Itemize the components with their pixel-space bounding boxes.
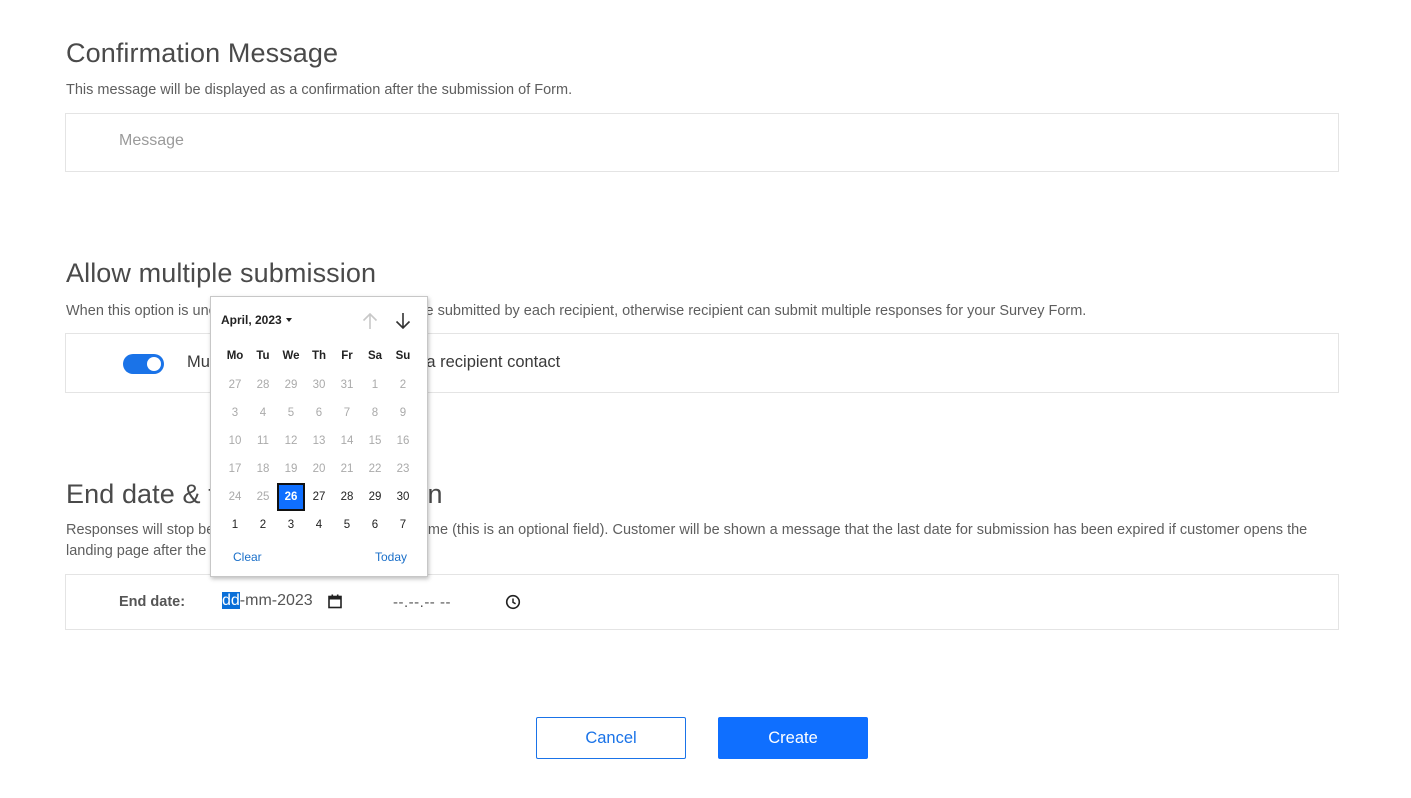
date-day-segment[interactable]: dd — [222, 592, 240, 609]
message-input[interactable] — [119, 132, 1299, 150]
day-cell[interactable]: 31 — [333, 371, 361, 399]
arrow-down-icon[interactable] — [394, 311, 412, 331]
day-cell[interactable]: 28 — [249, 371, 277, 399]
day-cell[interactable]: 23 — [389, 455, 417, 483]
day-cell[interactable]: 7 — [389, 511, 417, 539]
end-date-box: End date: dd-mm-2023 --.--.-- -- — [65, 574, 1339, 630]
confirmation-message-box — [65, 113, 1339, 172]
day-cell[interactable]: 14 — [333, 427, 361, 455]
day-cell[interactable]: 30 — [305, 371, 333, 399]
weekday-header: Mo Tu We Th Fr Sa Su — [221, 350, 417, 362]
calendar-icon[interactable] — [328, 594, 342, 609]
day-cell[interactable]: 5 — [277, 399, 305, 427]
weekday-label: We — [282, 350, 300, 362]
date-rest-segment[interactable]: -mm-2023 — [240, 592, 313, 609]
toggle-knob — [147, 357, 161, 371]
day-cell[interactable]: 9 — [389, 399, 417, 427]
day-cell[interactable]: 15 — [361, 427, 389, 455]
clock-icon[interactable] — [505, 594, 521, 610]
month-year-selector[interactable]: April, 2023 — [221, 313, 292, 327]
confirmation-description: This message will be displayed as a conf… — [66, 82, 573, 98]
weekday-label: Sa — [367, 350, 383, 362]
date-picker-popup: April, 2023 Mo Tu We Th Fr Sa Su 27 28 29 30 31 1 2 3… — [210, 296, 428, 577]
day-cell[interactable]: 2 — [249, 511, 277, 539]
day-cell[interactable]: 19 — [277, 455, 305, 483]
weekday-label: Fr — [341, 350, 353, 362]
month-year-label: April, 2023 — [221, 313, 282, 327]
day-cell[interactable]: 6 — [361, 511, 389, 539]
day-cell[interactable]: 3 — [221, 399, 249, 427]
day-cell[interactable]: 22 — [361, 455, 389, 483]
day-cell[interactable]: 8 — [361, 399, 389, 427]
weekday-label: Mo — [226, 350, 244, 362]
weekday-label: Th — [311, 350, 327, 362]
day-cell[interactable]: 12 — [277, 427, 305, 455]
today-button[interactable]: Today — [375, 550, 407, 564]
day-cell[interactable]: 6 — [305, 399, 333, 427]
confirmation-title: Confirmation Message — [66, 38, 339, 68]
day-cell[interactable]: 24 — [221, 483, 249, 511]
multiple-submission-toggle[interactable] — [123, 354, 164, 374]
day-cell[interactable]: 4 — [249, 399, 277, 427]
end-time-input[interactable]: --.--.-- -- — [393, 594, 451, 611]
day-cell[interactable]: 1 — [221, 511, 249, 539]
day-cell[interactable]: 20 — [305, 455, 333, 483]
selected-day-cell[interactable]: 26 — [277, 483, 305, 511]
day-cell[interactable]: 13 — [305, 427, 333, 455]
multiple-submission-title: Allow multiple submission — [66, 258, 377, 288]
day-cell[interactable]: 18 — [249, 455, 277, 483]
day-cell[interactable]: 2 — [389, 371, 417, 399]
end-date-input[interactable]: dd-mm-2023 — [222, 592, 313, 610]
day-cell[interactable]: 17 — [221, 455, 249, 483]
create-button[interactable]: Create — [718, 717, 868, 759]
weekday-label: Tu — [256, 350, 270, 362]
cancel-button[interactable]: Cancel — [536, 717, 686, 759]
day-cell[interactable]: 28 — [333, 483, 361, 511]
clear-button[interactable]: Clear — [233, 550, 262, 564]
day-cell[interactable]: 29 — [277, 371, 305, 399]
end-date-label: End date: — [119, 594, 186, 610]
day-cell[interactable]: 29 — [361, 483, 389, 511]
day-cell[interactable]: 5 — [333, 511, 361, 539]
day-cell[interactable]: 25 — [249, 483, 277, 511]
day-grid: 27 28 29 30 31 1 2 3 4 5 6 7 8 9 10 11 12 13 14 15 16 17 18 19 2… — [221, 371, 417, 539]
day-cell[interactable]: 27 — [305, 483, 333, 511]
day-cell[interactable]: 10 — [221, 427, 249, 455]
caret-down-icon — [285, 318, 292, 322]
day-cell[interactable]: 1 — [361, 371, 389, 399]
day-cell[interactable]: 30 — [389, 483, 417, 511]
day-cell[interactable]: 7 — [333, 399, 361, 427]
weekday-label: Su — [395, 350, 411, 362]
day-cell[interactable]: 4 — [305, 511, 333, 539]
day-cell[interactable]: 27 — [221, 371, 249, 399]
arrow-up-icon[interactable] — [361, 311, 379, 331]
day-cell[interactable]: 16 — [389, 427, 417, 455]
day-cell[interactable]: 11 — [249, 427, 277, 455]
day-cell[interactable]: 3 — [277, 511, 305, 539]
day-cell[interactable]: 21 — [333, 455, 361, 483]
